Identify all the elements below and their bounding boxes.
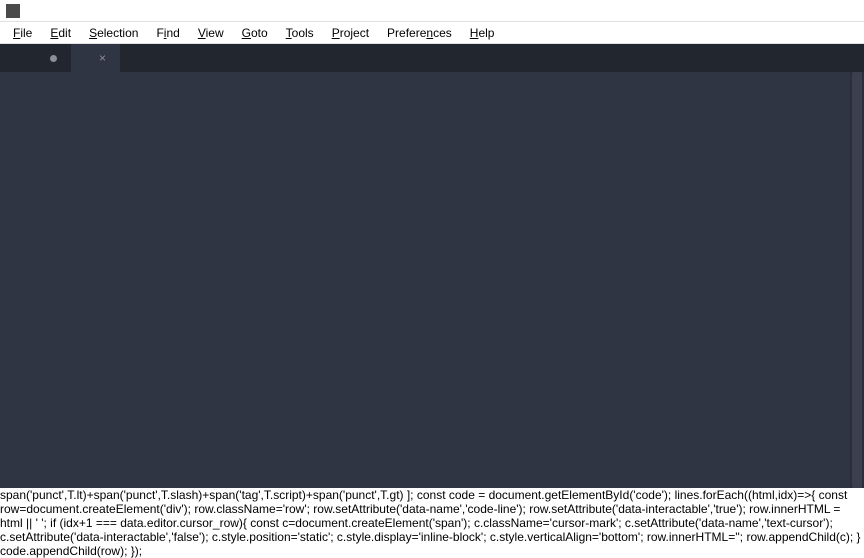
menu-view[interactable]: View (189, 24, 233, 42)
menu-tools[interactable]: Tools (277, 24, 323, 42)
menu-selection[interactable]: Selection (80, 24, 147, 42)
vertical-scrollbar[interactable] (850, 72, 864, 488)
dirty-indicator-icon (50, 55, 57, 62)
close-icon[interactable]: × (99, 52, 106, 64)
menu-bar: File Edit Selection Find View Goto Tools… (0, 22, 864, 44)
code-editor[interactable] (0, 72, 864, 488)
menu-help[interactable]: Help (461, 24, 504, 42)
nav-arrows (0, 44, 22, 72)
app-icon (6, 4, 20, 18)
menu-file[interactable]: File (4, 24, 41, 42)
workspace: × (0, 44, 864, 488)
tab-bar: × (0, 44, 864, 72)
tab-diferencia[interactable]: × (71, 44, 120, 72)
code-area[interactable] (44, 72, 864, 488)
menu-project[interactable]: Project (323, 24, 378, 42)
menu-edit[interactable]: Edit (41, 24, 80, 42)
menu-goto[interactable]: Goto (233, 24, 277, 42)
scrollbar-thumb[interactable] (852, 72, 862, 488)
menu-preferences[interactable]: Preferences (378, 24, 461, 42)
tab-programa[interactable] (22, 44, 71, 72)
menu-find[interactable]: Find (147, 24, 188, 42)
line-gutter (0, 72, 44, 488)
title-bar (0, 0, 864, 22)
